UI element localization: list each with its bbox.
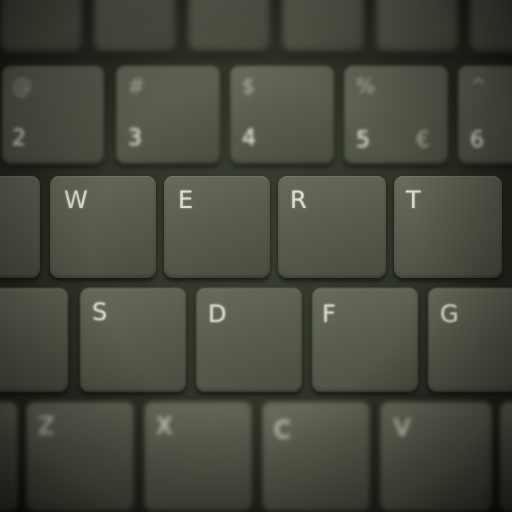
key-5-euro-legend: € — [416, 128, 430, 153]
key-r: R — [278, 176, 386, 278]
key-b — [500, 402, 512, 512]
key-e: E — [164, 176, 270, 278]
key-z: Z — [26, 402, 134, 512]
key — [470, 0, 512, 52]
key-x: X — [144, 402, 252, 512]
key-3-legend: 3 — [128, 126, 142, 151]
key-c-legend: C — [274, 416, 291, 444]
key-f-legend: F — [322, 300, 336, 328]
key-x-legend: X — [156, 412, 173, 440]
key-3-shift-legend: # — [128, 74, 145, 98]
key-t-legend: T — [406, 186, 421, 214]
key-4-legend: 4 — [242, 126, 256, 151]
key-d: D — [196, 288, 302, 392]
key-2-legend: 2 — [12, 126, 26, 151]
key — [188, 0, 270, 52]
key-2: @ 2 — [2, 66, 104, 164]
key-shift — [0, 402, 18, 512]
key-5-legend: 5 — [356, 128, 370, 153]
key-2-shift-legend: @ — [12, 74, 32, 98]
key-6: ^ 6 — [458, 66, 512, 164]
key-s: S — [80, 288, 186, 392]
keyboard-photo: @ 2 # 3 $ 4 % 5 € ^ 6 W E R T S D F G Z … — [0, 0, 512, 512]
key — [0, 0, 82, 52]
key-g: G — [428, 288, 512, 392]
key — [282, 0, 364, 52]
key-w-legend: W — [64, 186, 88, 214]
key-w: W — [50, 176, 156, 278]
key-6-legend: 6 — [470, 128, 484, 153]
key-d-legend: D — [208, 300, 227, 328]
key — [376, 0, 458, 52]
key-5: % 5 € — [344, 66, 448, 164]
key-5-shift-legend: % — [356, 74, 376, 98]
key-4: $ 4 — [230, 66, 334, 164]
key-e-legend: E — [178, 186, 194, 214]
key-t: T — [394, 176, 502, 278]
key-f: F — [312, 288, 418, 392]
key-z-legend: Z — [38, 412, 55, 440]
key-4-shift-legend: $ — [242, 74, 255, 98]
key-a — [0, 288, 68, 392]
key-g-legend: G — [440, 300, 459, 328]
key-6-shift-legend: ^ — [470, 74, 487, 98]
key-3: # 3 — [116, 66, 220, 164]
key-v-legend: V — [394, 414, 411, 442]
key-s-legend: S — [92, 298, 108, 326]
key-q — [0, 176, 40, 278]
key-v: V — [380, 402, 492, 512]
key — [94, 0, 176, 52]
key-r-legend: R — [290, 186, 307, 214]
key-c: C — [262, 402, 370, 512]
